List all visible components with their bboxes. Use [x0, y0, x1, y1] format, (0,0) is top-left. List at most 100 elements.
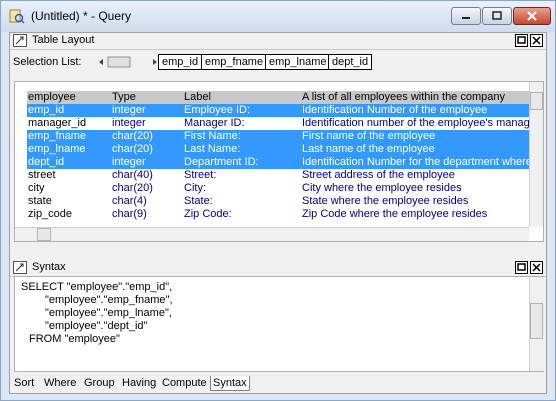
window-title: (Untitled) * - Query: [31, 9, 132, 23]
minimize-button[interactable]: [451, 7, 481, 25]
table-layout-pane-title: Table Layout: [10, 33, 546, 50]
tab-where[interactable]: Where: [44, 376, 76, 390]
column-type: char(9): [112, 208, 147, 220]
title-bar[interactable]: (Untitled) * - Query: [1, 1, 555, 32]
column-label: First Name:: [184, 130, 241, 142]
tab-group[interactable]: Group: [84, 376, 115, 390]
table-layout-title: Table Layout: [32, 34, 95, 46]
tab-syntax[interactable]: Syntax: [210, 376, 250, 391]
sql-line: "employee"."emp_lname",: [45, 307, 172, 319]
grid-header-row: employee Type Label A list of all employ…: [27, 91, 543, 104]
column-description: State where the employee resides: [302, 195, 469, 207]
pane-maximize-button[interactable]: [515, 261, 528, 274]
table-row[interactable]: manager_id integer Manager ID: Identific…: [27, 117, 543, 130]
scroll-thumb[interactable]: [37, 228, 51, 241]
column-type: char(20): [112, 130, 153, 142]
table-row[interactable]: dept_id integer Department ID: Identific…: [27, 156, 543, 169]
maximize-icon: [517, 36, 526, 44]
column-name: emp_id: [28, 104, 65, 116]
query-tab-bar: Sort Where Group Having Compute Syntax: [10, 376, 546, 393]
column-name: zip_code: [28, 208, 73, 220]
column-label: Zip Code:: [184, 208, 232, 220]
column-type: integer: [112, 117, 146, 129]
column-description: Identification Number for the department…: [302, 156, 532, 168]
table-row[interactable]: state char(4) State: State where the emp…: [27, 195, 543, 208]
column-type: char(40): [112, 169, 153, 181]
grid-header-label: Label: [184, 91, 211, 103]
column-name: emp_lname: [28, 143, 86, 155]
syntax-pane-title: Syntax: [10, 260, 546, 277]
column-name: manager_id: [28, 117, 87, 129]
column-label: State:: [184, 195, 213, 207]
column-label: Street:: [184, 169, 217, 181]
pane-icon: [13, 34, 27, 47]
close-icon: [532, 263, 541, 272]
scroll-thumb[interactable]: [530, 303, 543, 339]
query-client-area: Table Layout Selection List: emp_id emp_…: [9, 32, 547, 394]
pane-icon: [13, 261, 27, 274]
scroll-thumb[interactable]: [530, 92, 543, 110]
column-name: dept_id: [28, 156, 65, 168]
column-type: integer: [112, 156, 146, 168]
grid-header-table: employee: [28, 91, 76, 103]
table-row[interactable]: street char(40) Street: Street address o…: [27, 169, 543, 182]
column-description: First name of the employee: [302, 130, 436, 142]
column-name: street: [28, 169, 56, 181]
column-description: Zip Code where the employee resides: [302, 208, 488, 220]
column-type: char(20): [112, 182, 153, 194]
syntax-vertical-scrollbar[interactable]: [529, 277, 545, 371]
selection-column-emp-fname[interactable]: emp_fname: [201, 54, 268, 70]
table-row[interactable]: emp_id integer Employee ID: Identificati…: [27, 104, 543, 117]
selection-list-label: Selection List:: [13, 56, 82, 68]
sql-line: FROM "employee": [29, 333, 120, 345]
grid-vertical-scrollbar[interactable]: [529, 82, 543, 227]
column-description: Last name of the employee: [302, 143, 435, 155]
sql-line: SELECT "employee"."emp_id",: [21, 281, 173, 293]
pane-maximize-button[interactable]: [515, 34, 528, 47]
table-row[interactable]: emp_lname char(20) Last Name: Last name …: [27, 143, 543, 156]
maximize-button[interactable]: [482, 7, 512, 25]
sql-line: "employee"."emp_fname",: [45, 294, 173, 306]
selection-column-emp-id[interactable]: emp_id: [158, 54, 203, 70]
tab-having[interactable]: Having: [122, 376, 156, 390]
column-type: char(4): [112, 195, 147, 207]
minimize-icon: [462, 17, 470, 19]
close-button[interactable]: [513, 7, 551, 25]
column-label: Last Name:: [184, 143, 241, 155]
selection-column-emp-lname[interactable]: emp_lname: [265, 54, 331, 70]
pane-close-button[interactable]: [530, 261, 543, 274]
selection-list-scrollbar[interactable]: [96, 55, 160, 69]
column-description: Street address of the employee: [302, 169, 455, 181]
column-label: Manager ID:: [184, 117, 245, 129]
pane-close-button[interactable]: [530, 34, 543, 47]
maximize-icon: [492, 11, 502, 20]
column-description: City where the employee resides: [302, 182, 462, 194]
syntax-title: Syntax: [32, 261, 66, 273]
column-label: City:: [184, 182, 206, 194]
column-description: Identification number of the employee's …: [302, 117, 536, 129]
tab-compute[interactable]: Compute: [162, 376, 207, 390]
column-name: state: [28, 195, 52, 207]
table-layout-grid: employee Type Label A list of all employ…: [14, 81, 544, 242]
table-row[interactable]: city char(20) City: City where the emplo…: [27, 182, 543, 195]
column-name: city: [28, 182, 45, 194]
column-type: char(20): [112, 143, 153, 155]
column-name: emp_fname: [28, 130, 87, 142]
query-app-icon: [9, 9, 25, 24]
selection-list-row: Selection List: emp_id emp_fname emp_lna…: [10, 50, 546, 74]
sql-syntax-text[interactable]: SELECT "employee"."emp_id", "employee"."…: [14, 276, 545, 372]
column-label: Department ID:: [184, 156, 259, 168]
maximize-icon: [517, 263, 526, 271]
close-icon: [527, 11, 537, 21]
table-row[interactable]: zip_code char(9) Zip Code: Zip Code wher…: [27, 208, 543, 221]
close-icon: [532, 36, 541, 45]
selection-column-dept-id[interactable]: dept_id: [328, 54, 373, 70]
table-row[interactable]: emp_fname char(20) First Name: First nam…: [27, 130, 543, 143]
grid-horizontal-scrollbar[interactable]: [15, 227, 529, 241]
column-description: Identification Number of the employee: [302, 104, 488, 116]
column-type: integer: [112, 104, 146, 116]
grid-header-type: Type: [112, 91, 136, 103]
grid-header-description: A list of all employees within the compa…: [302, 91, 505, 103]
tab-sort[interactable]: Sort: [14, 376, 34, 390]
column-label: Employee ID:: [184, 104, 251, 116]
